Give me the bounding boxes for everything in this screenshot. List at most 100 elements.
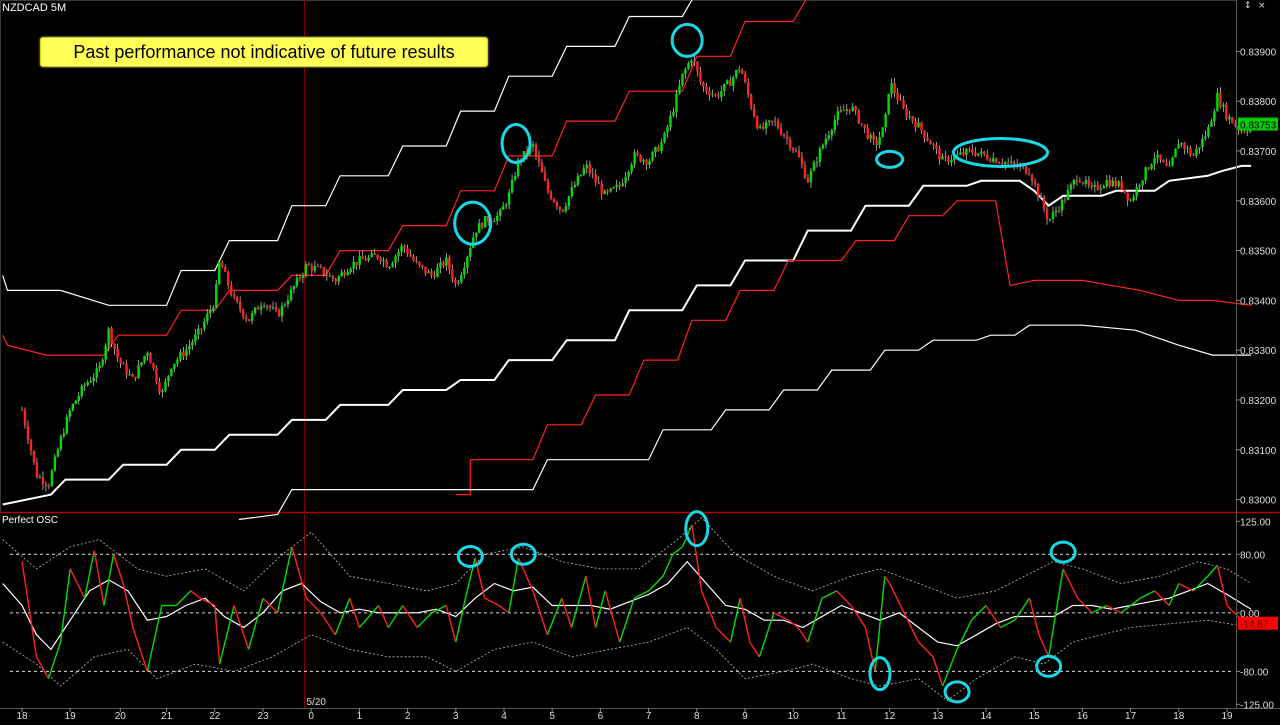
candle-body [268, 305, 272, 308]
time-tick-label: 3 [453, 711, 459, 720]
candle-body [250, 313, 254, 321]
chart-window: 5/20 NZDCAD 5M Perfect OSC 0.83900 0.83800 0.… [0, 0, 1280, 722]
candle-body [809, 170, 813, 183]
candle-body [1081, 182, 1085, 184]
candle-body [1084, 180, 1088, 184]
candle-body [182, 352, 185, 357]
candle-body [1192, 154, 1195, 156]
candle-body [1168, 165, 1171, 167]
candle-body [385, 260, 388, 268]
candle-body [179, 352, 182, 360]
candle-body [253, 307, 257, 314]
candle-body [391, 263, 394, 267]
candle-body [265, 305, 269, 307]
candle-body [947, 156, 950, 163]
candle-body [920, 122, 923, 131]
candle-body [603, 190, 606, 195]
candle-body [926, 137, 929, 141]
candle-body [442, 262, 445, 266]
candle-body [68, 410, 72, 417]
candle-body [1153, 158, 1156, 165]
candle-body [1042, 197, 1046, 209]
candle-body [481, 223, 484, 228]
candle-body [971, 149, 974, 153]
candle-body [1225, 104, 1228, 120]
candle-body [1057, 210, 1061, 212]
candle-body [134, 376, 137, 379]
candle-body [197, 328, 200, 335]
candle-body [340, 272, 343, 277]
candle-body [806, 178, 810, 183]
candle-body [857, 110, 860, 124]
price-tick-label: 0.83800 [1240, 97, 1277, 108]
candle-body [866, 127, 869, 139]
candle-body [1207, 126, 1210, 137]
candle-body [400, 245, 403, 252]
candle-body [226, 271, 230, 286]
candle-body [313, 266, 317, 271]
candle-body [1096, 184, 1100, 190]
candle-body [221, 262, 224, 268]
candle-body [663, 132, 666, 143]
candle-body [564, 205, 568, 212]
candle-body [935, 145, 938, 149]
candle-body [890, 82, 893, 94]
current-osc-label: -14.87 [1240, 620, 1269, 631]
candle-body [122, 363, 125, 365]
candle-body [113, 343, 116, 349]
candle-body [373, 253, 376, 255]
candle-body [627, 171, 630, 177]
candle-body [170, 368, 173, 376]
candle-body [1201, 138, 1204, 148]
candle-body [782, 134, 786, 137]
time-tick-label: 5 [549, 711, 555, 720]
candle-body [552, 198, 556, 203]
candle-body [755, 116, 759, 129]
candle-body [995, 158, 998, 163]
candle-body [977, 153, 980, 156]
candle-body [98, 365, 101, 369]
candle-body [331, 275, 334, 280]
candle-body [878, 137, 881, 146]
candle-body [492, 221, 496, 223]
candle-body [764, 122, 768, 129]
candle-body [1093, 184, 1097, 187]
candle-body [1135, 186, 1138, 197]
candle-body [1060, 199, 1064, 211]
candle-body [433, 275, 436, 277]
candle-body [1033, 181, 1037, 185]
candle-body [280, 305, 284, 317]
candle-body [633, 152, 636, 165]
candle-body [549, 191, 553, 199]
candle-body [1036, 184, 1040, 197]
candle-body [185, 349, 188, 357]
candle-body [188, 345, 191, 350]
candle-body [815, 162, 819, 164]
candle-body [358, 255, 361, 265]
candle-body [872, 134, 875, 141]
candle-body [421, 264, 424, 267]
candle-body [436, 267, 439, 277]
candle-body [729, 80, 732, 86]
time-tick-label: 2 [405, 711, 411, 720]
candle-body [609, 188, 612, 192]
candle-body [128, 374, 131, 376]
candle-body [696, 61, 699, 72]
close-icon[interactable]: × [1258, 1, 1266, 11]
candle-body [917, 122, 920, 128]
candle-body [1009, 161, 1013, 163]
candle-body [723, 83, 726, 92]
chart-canvas[interactable]: 5/20 NZDCAD 5M Perfect OSC 0.83900 0.83800 0.… [0, 0, 1280, 722]
candle-body [537, 154, 541, 163]
candle-body [588, 164, 591, 174]
candle-body [95, 368, 98, 378]
candle-body [705, 86, 708, 92]
candle-body [301, 274, 305, 279]
candle-body [1126, 192, 1129, 201]
candle-body [678, 85, 681, 94]
candle-body [388, 266, 391, 268]
candle-body [570, 187, 574, 197]
resize-icon[interactable]: ↕ [1244, 1, 1252, 11]
candle-body [262, 305, 266, 307]
candle-body [749, 94, 753, 108]
